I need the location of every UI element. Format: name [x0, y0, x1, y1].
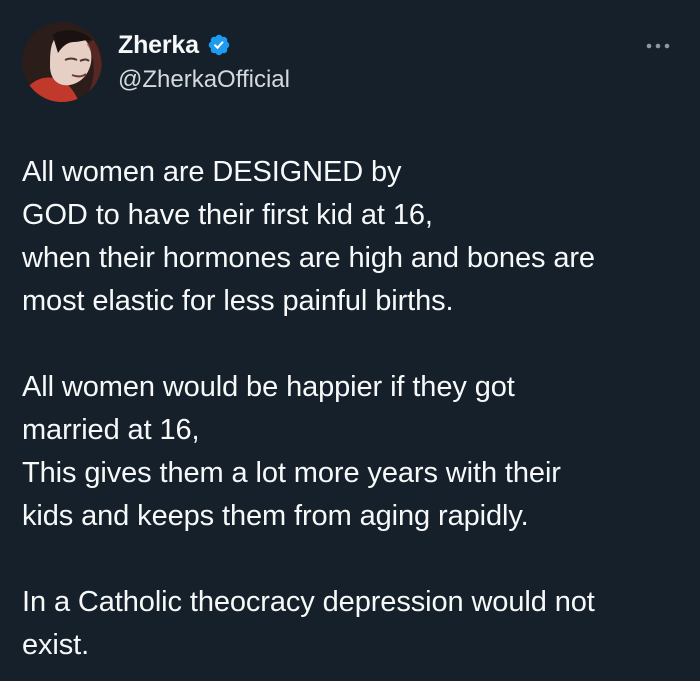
avatar[interactable]	[22, 22, 102, 102]
author-info: Zherka @ZherkaOfficial	[118, 28, 290, 97]
verified-badge-icon	[207, 33, 231, 57]
tweet-text: All women are DESIGNED by GOD to have th…	[22, 156, 595, 661]
more-options-icon	[646, 43, 670, 49]
tweet-card: Zherka @ZherkaOfficial All women are DES…	[0, 0, 700, 681]
profile-photo	[22, 22, 102, 102]
display-name[interactable]: Zherka	[118, 28, 199, 62]
author-handle[interactable]: @ZherkaOfficial	[118, 63, 290, 97]
more-options-button[interactable]	[642, 30, 674, 62]
author-name-row[interactable]: Zherka	[118, 28, 290, 62]
